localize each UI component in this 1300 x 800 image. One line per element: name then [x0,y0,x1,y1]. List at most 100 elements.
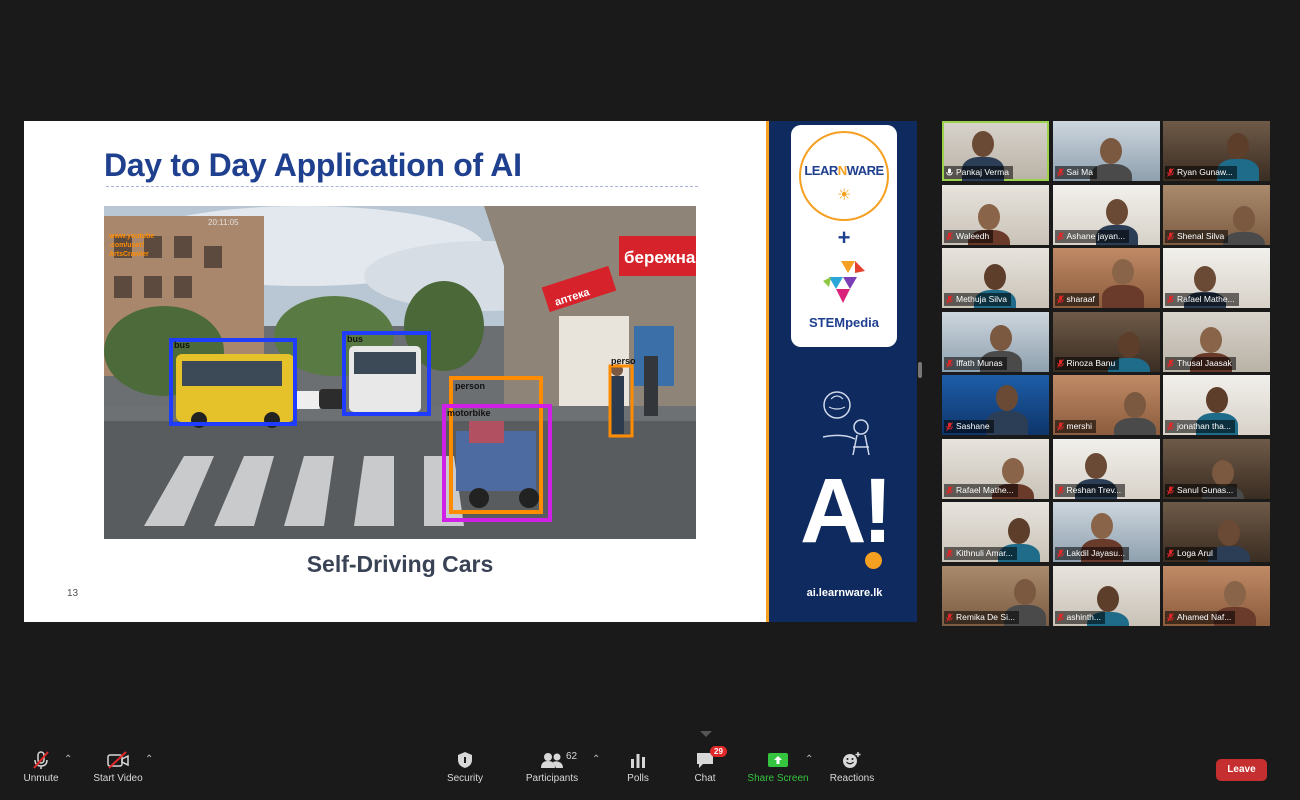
share-screen-label: Share Screen [747,773,809,784]
meeting-toolbar: Unmute ⌃ Start Video ⌃ Security 62 Parti… [0,738,1300,800]
participant-tile[interactable]: Thusal Jaasak [1163,311,1270,372]
participant-tile[interactable]: Ahamed Naf... [1163,565,1270,626]
slide-page-number: 13 [67,588,79,599]
participant-name: sharaaf [1066,294,1095,304]
detection-label-person: person [455,381,485,391]
participant-tile[interactable]: Sashane [942,375,1049,435]
participant-tile[interactable]: jonathan tha... [1163,375,1270,435]
participant-video [1014,578,1036,605]
muted-microphone-icon [946,231,953,241]
participant-name-tag: Pankaj Verma [944,166,1013,179]
participant-video [1090,513,1113,539]
muted-microphone-icon [1056,485,1064,495]
participant-name-tag: Reshan Trev... [1054,483,1126,497]
participant-tile[interactable]: Sai Ma [1052,121,1160,181]
learnware-logo: LEARNWARE ☀ [799,131,889,221]
participant-tile[interactable]: Methuja Silva [942,248,1049,308]
participant-tile[interactable]: Shenal Silva [1163,184,1270,245]
participant-video [1096,585,1119,612]
participant-name-tag: Ashane jayan... [1054,229,1130,243]
street-scene-image: бережна аптека bus bus person motorbike … [104,206,696,539]
leave-meeting-button[interactable]: Leave [1216,759,1267,781]
video-options-chevron-icon[interactable]: ⌃ [145,754,153,765]
muted-microphone-icon [1056,358,1064,368]
unmute-label: Unmute [23,773,59,784]
participant-name: Loga Arul [1177,548,1213,558]
participant-video [1099,138,1122,164]
detection-label-motorbike: motorbike [447,408,491,418]
participant-tile[interactable]: Rafael Mathe... [942,438,1049,499]
participant-tile[interactable]: Rafael Mathe... [1163,248,1270,308]
muted-microphone-icon [1056,612,1064,622]
slide-content: Day to Day Application of AI бережна апт… [24,121,766,622]
polls-button[interactable]: Polls [603,750,673,784]
participant-name: Sashane [956,421,990,431]
chat-popover-indicator [700,731,712,737]
share-options-chevron-icon[interactable]: ⌃ [805,754,813,765]
participant-video-body [1223,231,1265,245]
participant-video [1111,259,1134,285]
muted-microphone-icon [1056,549,1064,558]
participant-tile[interactable]: Lakdil Jayasu... [1052,502,1160,562]
participant-tile[interactable]: Sanul Gunas... [1163,438,1270,499]
participant-name: Reshan Trev... [1066,484,1122,495]
chat-button[interactable]: 29 Chat [670,746,740,784]
title-divider [106,186,698,187]
participant-name: Pankaj Verma [956,167,1009,177]
participant-tile[interactable]: ashinth... [1052,565,1160,626]
participant-name: Remika De Si... [956,611,1016,622]
participant-video [1212,459,1234,486]
participant-tile[interactable]: Iffath Munas [942,311,1049,372]
participant-tile[interactable]: Loga Arul [1163,502,1270,562]
participant-tile[interactable]: Ryan Gunaw... [1163,121,1270,181]
participant-gallery: Pankaj Verma Sai Ma Ryan Gunaw... Waleedh As… [942,121,1270,626]
brand-url: ai.learnware.lk [806,587,883,599]
participant-tile[interactable]: Remika De Si... [942,565,1049,626]
participant-name-tag: Ahamed Naf... [1165,610,1236,624]
stempedia-logo-icon [823,261,865,303]
participant-video [1008,518,1030,544]
muted-microphone-icon [1056,231,1064,241]
shield-icon [430,750,500,770]
polls-label: Polls [627,773,649,784]
muted-microphone-icon [1167,422,1174,431]
split-resize-handle[interactable] [918,362,922,378]
participants-options-chevron-icon[interactable]: ⌃ [592,754,600,765]
muted-microphone-icon [946,485,953,495]
start-video-button[interactable]: Start Video [83,750,153,784]
participant-name: Kithnuli Amar... [956,548,1013,558]
participant-tile[interactable]: Waleedh [942,184,1049,245]
participants-button[interactable]: 62 Participants [517,750,587,784]
muted-microphone-icon [1167,168,1174,177]
muted-microphone-icon [1167,612,1174,622]
slide-brand-panel: LEARNWARE ☀ + STEMpedia A! ai.learnware.… [766,121,917,622]
participant-name: Rafael Mathe... [956,484,1014,495]
chat-label: Chat [694,773,716,784]
watermark-line-2: .com/user/ [109,242,144,249]
participant-tile[interactable]: sharaaf [1052,248,1160,308]
lightbulb-icon: ☀ [837,187,852,204]
share-screen-icon [743,750,813,770]
plus-sign: + [837,225,851,250]
security-button[interactable]: Security [430,750,500,784]
participant-tile[interactable]: Rinoza Banu [1052,311,1160,372]
participant-name: Sai Ma [1066,167,1093,177]
participant-name: Thusal Jaasak [1177,357,1232,368]
muted-microphone-icon [1167,485,1174,495]
participant-name-tag: ashinth... [1054,610,1105,624]
participant-tile[interactable]: Reshan Trev... [1052,438,1160,499]
participant-name-tag: jonathan tha... [1165,420,1235,433]
participant-tile[interactable]: Kithnuli Amar... [942,502,1049,562]
participant-tile[interactable]: Ashane jayan... [1052,184,1160,245]
participant-video [1227,133,1249,159]
audio-options-chevron-icon[interactable]: ⌃ [64,754,72,765]
partner-logos-card: LEARNWARE ☀ + STEMpedia [791,125,897,347]
detection-label-person-2: perso [611,356,636,366]
participant-tile[interactable]: mershi [1052,375,1160,435]
participant-name-tag: Methuja Silva [944,293,1012,306]
reactions-button[interactable]: Reactions [817,750,887,784]
start-video-label: Start Video [93,773,143,784]
participant-name-tag: Sai Ma [1054,166,1097,179]
participant-tile[interactable]: Pankaj Verma [942,121,1049,181]
share-screen-button[interactable]: Share Screen [743,750,813,784]
